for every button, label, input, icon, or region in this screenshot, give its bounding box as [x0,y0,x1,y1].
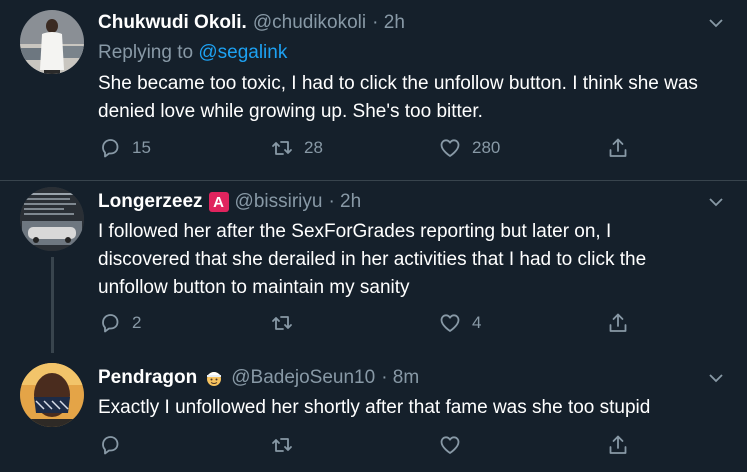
retweet-icon [272,141,292,155]
replying-to: Replying to @segalink [98,42,287,64]
tweet-header: Chukwudi Okoli. @chudikokoli · 2h [98,10,405,36]
timestamp[interactable]: · 2h [328,191,361,213]
tweet-actions: 2 4 [98,309,638,337]
share-button[interactable] [606,309,630,337]
heart-icon [440,139,460,157]
thread-line [51,257,54,353]
user-handle[interactable]: @bissiriyu [235,191,323,213]
like-button[interactable]: 280 [438,134,500,162]
timestamp[interactable]: · 8m [381,367,419,389]
like-count: 280 [472,138,501,157]
user-handle[interactable]: @BadejoSeun10 [231,367,375,389]
retweet-icon [272,438,292,452]
chevron-down-icon[interactable] [707,193,725,211]
tweet-text: Exactly I unfollowed her shortly after t… [98,397,651,418]
reply-count: 15 [132,138,151,157]
display-name[interactable]: Longerzeez [98,191,203,213]
like-count: 4 [472,313,482,332]
tweet-text: She became too toxic, I had to click the… [98,73,698,122]
person-emoji-icon [203,367,225,389]
timestamp[interactable]: · 2h [372,12,405,34]
reply-button[interactable]: 15 [98,134,151,162]
retweet-count: 28 [304,138,323,157]
display-name[interactable]: Pendragon [98,367,197,389]
tweet-header: Pendragon @BadejoSeun10 · 8m [98,365,419,391]
replying-to-link[interactable]: @segalink [198,42,287,63]
chevron-down-icon[interactable] [707,369,725,387]
reply-icon [102,139,119,158]
display-name[interactable]: Chukwudi Okoli. [98,12,247,34]
retweet-button[interactable] [270,309,304,337]
share-icon [609,138,627,157]
share-button[interactable] [606,431,630,459]
share-icon [609,313,627,332]
user-handle[interactable]: @chudikokoli [253,12,366,34]
heart-icon [440,314,460,332]
reply-icon [102,314,119,333]
tweet-text: I followed her after the SexForGrades re… [98,221,647,298]
retweet-button[interactable] [270,431,304,459]
retweet-button[interactable]: 28 [270,134,323,162]
tweet-actions [98,431,638,459]
like-button[interactable]: 4 [438,309,481,337]
share-icon [609,435,627,454]
reply-button[interactable] [98,431,132,459]
reply-count: 2 [132,313,142,332]
reply-icon [102,436,119,455]
reply-button[interactable]: 2 [98,309,141,337]
tweet-feed: Chukwudi Okoli. @chudikokoli · 2h Replyi… [0,0,747,472]
heart-icon [440,436,460,454]
tweet-actions: 15 28 280 [98,134,638,162]
like-button[interactable] [438,431,472,459]
tweet-1[interactable]: Chukwudi Okoli. @chudikokoli · 2h Replyi… [0,0,747,181]
tweet-header: Longerzeez A @bissiriyu · 2h [98,189,361,215]
avatar[interactable] [20,363,84,427]
retweet-icon [272,316,292,330]
replying-to-label: Replying to [98,42,194,63]
avatar[interactable] [20,10,84,74]
avatar[interactable] [20,187,84,251]
badge-a: A [208,192,229,212]
tweet-2[interactable]: Longerzeez A @bissiriyu · 2h I followed … [0,181,747,353]
share-button[interactable] [606,134,630,162]
chevron-down-icon[interactable] [707,14,725,32]
tweet-3[interactable]: Pendragon @BadejoSeun10 · 8m Exactly I u… [0,351,747,472]
